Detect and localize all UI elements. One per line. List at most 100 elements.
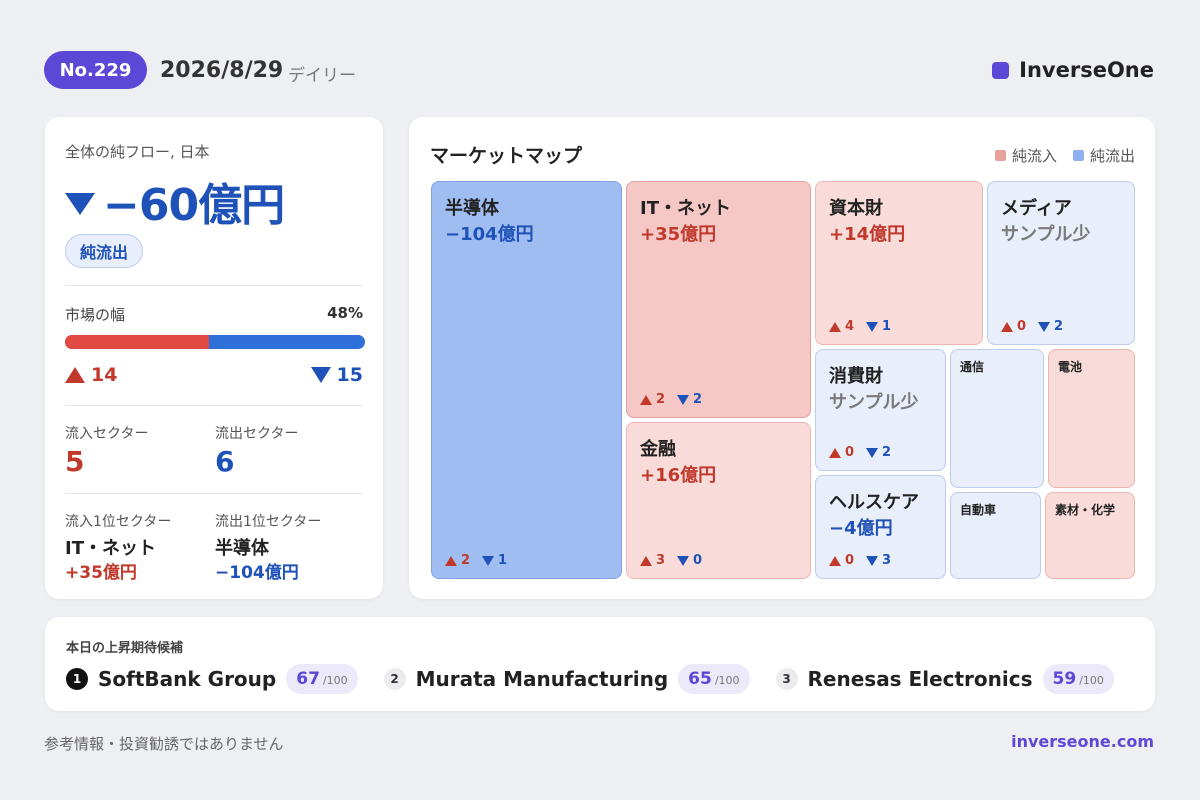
candidates-title: 本日の上昇期待候補	[66, 641, 184, 656]
market-map-legend: 純流入 純流出	[994, 145, 1135, 166]
down-triangle-icon	[1038, 321, 1051, 332]
score-value: 67	[296, 669, 320, 689]
sector-flow: −4億円	[829, 518, 893, 539]
report-frequency: デイリー	[288, 66, 356, 86]
outflow-sectors-count: 6	[215, 445, 235, 478]
candidate-name: Renesas Electronics	[807, 667, 1033, 691]
rank-badge: 3	[775, 668, 798, 690]
up-count-value: 0	[1017, 319, 1027, 334]
sector-tile-battery[interactable]: 電池	[1048, 349, 1135, 488]
down-count: 0	[677, 553, 702, 568]
up-triangle-icon	[445, 555, 457, 566]
sector-flow: +14億円	[829, 224, 906, 245]
candidate-score: 65 /100	[678, 664, 750, 694]
sector-tile-capital-goods[interactable]: 資本財 +14億円 4 1	[815, 181, 983, 345]
score-value: 65	[688, 669, 712, 689]
advancers: 14	[65, 364, 117, 386]
up-count: 0	[1001, 319, 1026, 334]
sector-name: IT・ネット	[640, 198, 731, 219]
sector-flow: サンプル少	[1001, 224, 1091, 245]
up-count: 0	[829, 553, 854, 568]
down-count: 2	[677, 392, 702, 407]
disclaimer: 参考情報・投資勧誘ではありません	[44, 735, 284, 753]
brand: InverseOne	[992, 58, 1154, 82]
down-count-value: 3	[882, 553, 892, 568]
down-triangle-icon	[677, 555, 690, 566]
top-inflow-sector: IT・ネット	[65, 538, 156, 559]
sector-counts: 3 0	[640, 553, 702, 568]
sector-tile-materials-chemicals[interactable]: 素材・化学	[1045, 492, 1135, 579]
sector-tile-semiconductor[interactable]: 半導体 −104億円 2 1	[431, 181, 622, 579]
top-inflow-value: +35億円	[65, 563, 137, 583]
legend-inflow: 純流入	[994, 145, 1057, 166]
divider	[65, 285, 363, 286]
down-count-value: 2	[693, 392, 703, 407]
down-count: 1	[482, 553, 507, 568]
up-triangle-icon	[829, 555, 841, 566]
down-count-value: 1	[882, 319, 892, 334]
candidate-score: 59 /100	[1042, 664, 1114, 694]
legend-outflow: 純流出	[1072, 145, 1135, 166]
inflow-sectors-count: 5	[65, 445, 85, 478]
advancers-count: 14	[91, 364, 118, 386]
sector-name: 自動車	[960, 503, 997, 517]
score-max: /100	[322, 674, 348, 687]
candidate-name: SoftBank Group	[98, 667, 277, 691]
down-triangle-icon	[866, 555, 879, 566]
sector-counts: 0 2	[1001, 319, 1063, 334]
down-count: 2	[866, 445, 891, 460]
sector-name: 素材・化学	[1055, 503, 1116, 517]
breadth-label: 市場の幅	[65, 306, 126, 324]
score-max: /100	[1079, 674, 1104, 687]
down-count: 2	[1038, 319, 1063, 334]
down-triangle-icon	[65, 193, 95, 215]
up-count: 0	[829, 445, 854, 460]
up-triangle-icon	[829, 321, 841, 332]
sector-tile-it-net[interactable]: IT・ネット +35億円 2 2	[626, 181, 811, 418]
issue-badge: No.229	[44, 51, 147, 89]
sector-counts: 2 1	[445, 553, 507, 568]
market-map-title: マーケットマップ	[430, 145, 583, 167]
up-count-value: 0	[845, 445, 855, 460]
down-count: 1	[866, 319, 891, 334]
down-count-value: 0	[693, 553, 703, 568]
net-flow-label: 全体の純フロー, 日本	[65, 143, 210, 161]
outflow-sectors-label: 流出セクター	[215, 426, 299, 442]
breadth-bar-up	[65, 335, 209, 349]
score-max: /100	[714, 674, 740, 687]
up-count-value: 3	[656, 553, 666, 568]
down-triangle-icon	[677, 394, 690, 405]
sector-name: 半導体	[445, 198, 499, 219]
up-count: 4	[829, 319, 854, 334]
site-link[interactable]: inverseone.com	[1011, 732, 1154, 751]
sector-flow: サンプル少	[829, 392, 919, 413]
sector-tile-automotive[interactable]: 自動車	[950, 492, 1041, 579]
breadth-percent: 48%	[327, 304, 363, 322]
sector-tile-finance[interactable]: 金融 +16億円 3 0	[626, 422, 811, 579]
up-count-value: 0	[845, 553, 855, 568]
candidate-item[interactable]: 1 SoftBank Group 67 /100	[66, 664, 358, 694]
sector-tile-media[interactable]: メディア サンプル少 0 2	[987, 181, 1135, 345]
breadth-bar	[65, 335, 365, 349]
sector-name: 金融	[640, 439, 676, 460]
sector-name: 電池	[1058, 360, 1083, 374]
top-outflow-sector: 半導体	[215, 538, 269, 559]
candidates-list: 1 SoftBank Group 67 /100 2 Murata Manufa…	[66, 664, 1140, 694]
divider	[65, 405, 363, 406]
down-triangle-icon	[482, 555, 495, 566]
candidate-score: 67 /100	[286, 664, 358, 694]
decliners: 15	[310, 364, 363, 386]
outflow-swatch-icon	[1072, 150, 1084, 161]
candidate-item[interactable]: 3 Renesas Electronics 59 /100	[775, 664, 1114, 694]
candidate-item[interactable]: 2 Murata Manufacturing 65 /100	[383, 664, 750, 694]
summary-card: 全体の純フロー, 日本 −60億円 純流出 市場の幅 48% 14 15 流入セ…	[45, 117, 383, 599]
divider	[65, 493, 363, 494]
legend-outflow-label: 純流出	[1089, 147, 1135, 165]
sector-counts: 0 3	[829, 553, 891, 568]
up-count: 2	[445, 553, 470, 568]
sector-tile-healthcare[interactable]: ヘルスケア −4億円 0 3	[815, 475, 946, 579]
top-outflow-value: −104億円	[215, 563, 299, 583]
score-value: 59	[1052, 669, 1077, 689]
sector-tile-telecom[interactable]: 通信	[950, 349, 1044, 488]
sector-tile-consumer-goods[interactable]: 消費財 サンプル少 0 2	[815, 349, 946, 471]
